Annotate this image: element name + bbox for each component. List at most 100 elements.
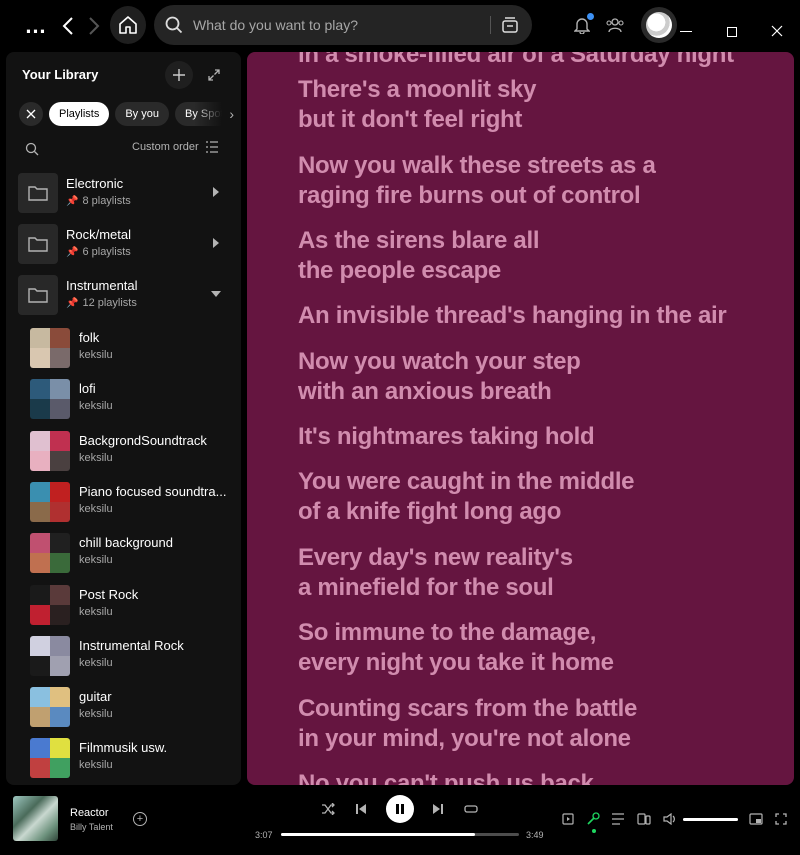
- lyric-line[interactable]: So immune to the damage,: [298, 618, 596, 648]
- elapsed-time: 3:07: [255, 830, 273, 840]
- friends-icon[interactable]: [604, 14, 626, 36]
- lyric-line[interactable]: Now you watch your step: [298, 347, 581, 377]
- now-playing-view-icon[interactable]: [560, 811, 576, 827]
- back-icon[interactable]: [58, 12, 78, 40]
- connect-device-icon[interactable]: [636, 811, 652, 827]
- filter-chip-playlists[interactable]: Playlists: [49, 102, 110, 126]
- playlist-item[interactable]: folk keksilu: [30, 325, 230, 369]
- volume-slider[interactable]: [683, 818, 738, 821]
- avatar[interactable]: [641, 7, 677, 43]
- lyric-line[interactable]: There's a moonlit sky: [298, 75, 536, 105]
- folder-count: 6 playlists: [82, 246, 131, 258]
- playlist-item[interactable]: chill background keksilu: [30, 530, 230, 574]
- playlist-name: Instrumental Rock: [79, 638, 184, 653]
- playlist-item[interactable]: Piano focused soundtra... keksilu: [30, 479, 230, 523]
- library-search-icon[interactable]: [25, 142, 39, 156]
- browse-icon[interactable]: [500, 15, 520, 35]
- playlist-item[interactable]: BackgrondSoundtrack keksilu: [30, 428, 230, 472]
- playlist-item[interactable]: Instrumental Rock keksilu: [30, 633, 230, 677]
- lyric-line[interactable]: a minefield for the soul: [298, 573, 554, 603]
- lyric-line[interactable]: in your mind, you're not alone: [298, 724, 631, 754]
- folder-instrumental[interactable]: Instrumental 📌 12 playlists: [18, 272, 230, 318]
- playlist-cover: [30, 379, 70, 419]
- folder-name: Electronic: [66, 176, 124, 191]
- playlist-item[interactable]: Post Rock keksilu: [30, 582, 230, 626]
- search-bar[interactable]: [154, 5, 532, 45]
- home-icon[interactable]: [110, 6, 146, 44]
- chevron-right-icon[interactable]: ›: [194, 101, 234, 127]
- playlist-owner: keksilu: [79, 503, 113, 515]
- maximize-icon[interactable]: [727, 27, 737, 37]
- clear-filter-button[interactable]: [19, 102, 43, 126]
- previous-icon[interactable]: [353, 801, 369, 817]
- playlist-item[interactable]: Filmmusik usw. keksilu: [30, 735, 230, 779]
- lyric-line[interactable]: Now you walk these streets as a: [298, 151, 656, 181]
- playlist-name: Piano focused soundtra...: [79, 484, 227, 499]
- playlist-owner: keksilu: [79, 708, 113, 720]
- album-cover[interactable]: [13, 796, 58, 841]
- pause-button[interactable]: [386, 795, 414, 823]
- playlist-cover: [30, 738, 70, 778]
- sort-button[interactable]: Custom order: [132, 141, 219, 153]
- lyric-line[interactable]: the people escape: [298, 256, 501, 286]
- playlist-cover: [30, 687, 70, 727]
- lyric-line[interactable]: An invisible thread's hanging in the air: [298, 301, 727, 331]
- add-to-library-icon[interactable]: +: [133, 812, 147, 826]
- notification-dot: [587, 13, 594, 20]
- more-icon[interactable]: …: [22, 15, 50, 37]
- lyric-line[interactable]: Every day's new reality's: [298, 543, 573, 573]
- search-input[interactable]: [193, 17, 473, 33]
- lyric-line[interactable]: You were caught in the middle: [298, 467, 635, 497]
- lyric-line[interactable]: No you can't push us back: [298, 769, 594, 785]
- fullscreen-icon[interactable]: [773, 811, 789, 827]
- queue-icon[interactable]: [610, 811, 626, 827]
- lyric-line[interactable]: but it don't feel right: [298, 105, 522, 135]
- miniplayer-icon[interactable]: [748, 811, 764, 827]
- playlist-name: guitar: [79, 689, 112, 704]
- progress-bar[interactable]: [281, 833, 519, 836]
- lyrics-icon[interactable]: [585, 811, 601, 827]
- lyric-line[interactable]: in a smoke-filled air of a Saturday nigh…: [298, 52, 734, 70]
- pin-icon: 📌: [66, 246, 79, 258]
- playlist-owner: keksilu: [79, 400, 113, 412]
- volume-icon[interactable]: [662, 811, 678, 827]
- folder-name: Rock/metal: [66, 227, 132, 242]
- duration-time: 3:49: [526, 830, 544, 840]
- next-icon[interactable]: [430, 801, 446, 817]
- repeat-icon[interactable]: [463, 801, 479, 817]
- create-playlist-button[interactable]: [165, 61, 193, 89]
- playlist-item[interactable]: lofi keksilu: [30, 376, 230, 420]
- track-artist[interactable]: Billy Talent: [70, 822, 113, 832]
- lyric-line[interactable]: Counting scars from the battle: [298, 694, 637, 724]
- folder-electronic[interactable]: Electronic 📌 8 playlists: [18, 170, 230, 216]
- playlist-cover: [30, 585, 70, 625]
- shuffle-icon[interactable]: [320, 801, 336, 817]
- track-title[interactable]: Reactor: [70, 807, 109, 819]
- lyric-line[interactable]: As the sirens blare all: [298, 226, 540, 256]
- playlist-item[interactable]: guitar keksilu: [30, 684, 230, 728]
- playlist-cover: [30, 482, 70, 522]
- caret-down-icon[interactable]: [210, 288, 222, 300]
- playlist-name: Post Rock: [79, 587, 139, 602]
- lyric-line[interactable]: every night you take it home: [298, 648, 614, 678]
- minimize-icon[interactable]: [680, 31, 692, 32]
- library-title[interactable]: Your Library: [22, 67, 98, 82]
- lyric-line[interactable]: raging fire burns out of control: [298, 181, 641, 211]
- lyric-line[interactable]: It's nightmares taking hold: [298, 422, 595, 452]
- title-bar: …: [0, 0, 800, 52]
- caret-right-icon[interactable]: [210, 186, 222, 198]
- close-icon[interactable]: [768, 22, 786, 40]
- folder-icon: [18, 224, 58, 264]
- expand-library-icon[interactable]: [205, 66, 223, 84]
- lyric-line[interactable]: of a knife fight long ago: [298, 497, 561, 527]
- playlist-name: chill background: [79, 535, 173, 550]
- forward-icon[interactable]: [84, 12, 104, 40]
- list-icon: [205, 141, 218, 153]
- folder-rock-metal[interactable]: Rock/metal 📌 6 playlists: [18, 221, 230, 267]
- lyric-line[interactable]: with an anxious breath: [298, 377, 552, 407]
- folder-count: 12 playlists: [82, 297, 137, 309]
- bell-icon[interactable]: [572, 13, 594, 36]
- filter-chip-by-you[interactable]: By you: [115, 102, 169, 126]
- progress-fill: [281, 833, 476, 836]
- caret-right-icon[interactable]: [210, 237, 222, 249]
